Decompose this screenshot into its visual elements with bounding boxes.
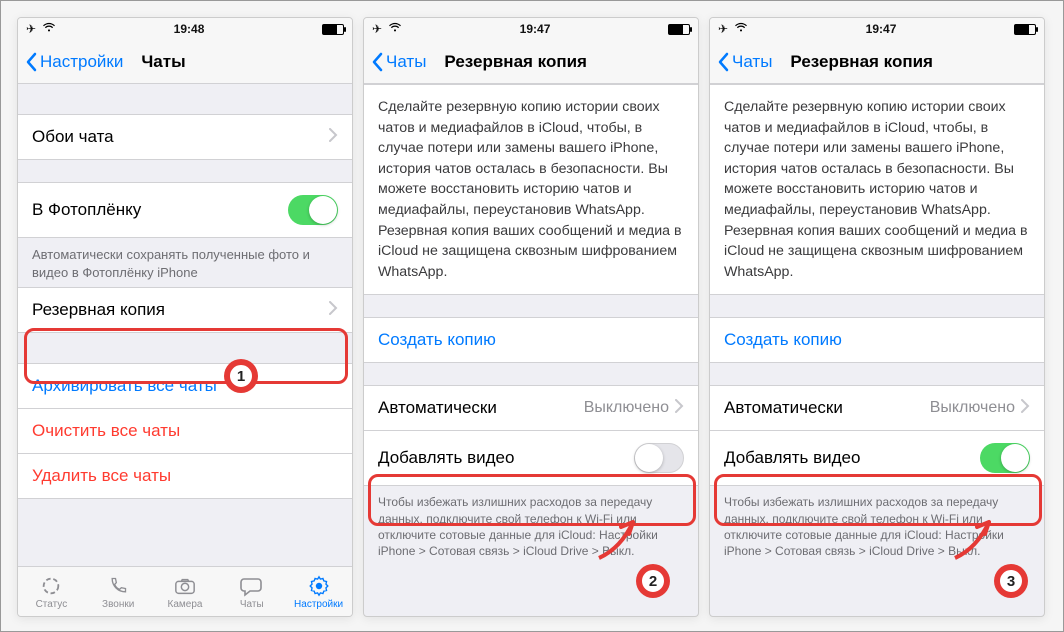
back-label: Чаты (732, 52, 772, 72)
backup-description: Сделайте резервную копию истории своих ч… (710, 84, 1044, 295)
save-to-roll-cell[interactable]: В Фотоплёнку (18, 182, 352, 238)
backup-label: Резервная копия (32, 300, 165, 320)
step-badge-3: 3 (994, 564, 1028, 598)
nav-title: Резервная копия (444, 52, 587, 72)
auto-backup-cell[interactable]: Автоматически Выключено (710, 385, 1044, 431)
wifi-icon (734, 22, 748, 36)
include-video-toggle[interactable] (980, 443, 1030, 473)
step-badge-2: 2 (636, 564, 670, 598)
status-time: 19:47 (866, 22, 897, 36)
airplane-icon: ✈︎ (372, 22, 382, 36)
screen-backup-off: ✈︎ 19:47 Чаты Резервная копия Сделайте р… (363, 17, 699, 617)
tab-label: Настройки (294, 599, 343, 610)
auto-backup-cell[interactable]: Автоматически Выключено (364, 385, 698, 431)
backup-description: Сделайте резервную копию истории своих ч… (364, 84, 698, 295)
airplane-icon: ✈︎ (26, 22, 36, 36)
status-icon (40, 574, 62, 598)
tab-label: Звонки (102, 599, 134, 610)
wifi-icon (388, 22, 402, 36)
gear-icon (308, 574, 330, 598)
tab-label: Статус (36, 599, 68, 610)
archive-chats-label: Архивировать все чаты (32, 376, 217, 396)
chevron-left-icon (24, 52, 38, 72)
battery-icon (322, 24, 344, 35)
screen-chats-settings: ✈︎ 19:48 Настройки Чаты Обои чата (17, 17, 353, 617)
wallpaper-label: Обои чата (32, 127, 114, 147)
nav-bar: Чаты Резервная копия (364, 40, 698, 84)
back-button[interactable]: Настройки (24, 52, 123, 72)
back-button[interactable]: Чаты (716, 52, 772, 72)
tab-calls[interactable]: Звонки (87, 574, 149, 610)
settings-body: Обои чата В Фотоплёнку Автоматически сох… (18, 84, 352, 566)
include-video-label: Добавлять видео (378, 448, 514, 468)
camera-icon (174, 574, 196, 598)
delete-chats-cell[interactable]: Удалить все чаты (18, 454, 352, 499)
phone-icon (108, 574, 128, 598)
status-time: 19:48 (174, 22, 205, 36)
status-time: 19:47 (520, 22, 551, 36)
include-video-cell[interactable]: Добавлять видео (364, 431, 698, 486)
step-badge-1: 1 (224, 359, 258, 393)
include-video-label: Добавлять видео (724, 448, 860, 468)
save-to-roll-toggle[interactable] (288, 195, 338, 225)
nav-title: Чаты (141, 52, 185, 72)
include-video-cell[interactable]: Добавлять видео (710, 431, 1044, 486)
auto-backup-value: Выключено (930, 399, 1015, 417)
wallpaper-cell[interactable]: Обои чата (18, 114, 352, 160)
clear-chats-cell[interactable]: Очистить все чаты (18, 409, 352, 454)
back-label: Настройки (40, 52, 123, 72)
status-bar: ✈︎ 19:47 (710, 18, 1044, 40)
chevron-left-icon (370, 52, 384, 72)
battery-icon (668, 24, 690, 35)
chevron-right-icon (329, 300, 338, 320)
tab-camera[interactable]: Камера (154, 574, 216, 610)
battery-icon (1014, 24, 1036, 35)
create-backup-label: Создать копию (724, 330, 842, 350)
status-bar: ✈︎ 19:48 (18, 18, 352, 40)
create-backup-cell[interactable]: Создать копию (364, 317, 698, 363)
create-backup-cell[interactable]: Создать копию (710, 317, 1044, 363)
chats-icon (240, 574, 264, 598)
nav-bar: Настройки Чаты (18, 40, 352, 84)
auto-backup-label: Автоматически (724, 398, 843, 418)
screen-backup-on: ✈︎ 19:47 Чаты Резервная копия Сделайте р… (709, 17, 1045, 617)
airplane-icon: ✈︎ (718, 22, 728, 36)
wifi-icon (42, 22, 56, 36)
tab-label: Чаты (240, 599, 264, 610)
clear-chats-label: Очистить все чаты (32, 421, 180, 441)
tab-label: Камера (168, 599, 203, 610)
chevron-right-icon (329, 127, 338, 147)
tab-chats[interactable]: Чаты (221, 574, 283, 610)
chevron-right-icon (675, 398, 684, 418)
chevron-left-icon (716, 52, 730, 72)
tab-bar: Статус Звонки Камера Чаты (18, 566, 352, 616)
chevron-right-icon (1021, 398, 1030, 418)
tab-status[interactable]: Статус (20, 574, 82, 610)
save-to-roll-note: Автоматически сохранять полученные фото … (18, 238, 352, 287)
back-label: Чаты (386, 52, 426, 72)
status-bar: ✈︎ 19:47 (364, 18, 698, 40)
delete-chats-label: Удалить все чаты (32, 466, 171, 486)
nav-title: Резервная копия (790, 52, 933, 72)
archive-chats-cell[interactable]: Архивировать все чаты (18, 363, 352, 409)
save-to-roll-label: В Фотоплёнку (32, 200, 141, 220)
back-button[interactable]: Чаты (370, 52, 426, 72)
include-video-toggle[interactable] (634, 443, 684, 473)
auto-backup-label: Автоматически (378, 398, 497, 418)
auto-backup-value: Выключено (584, 399, 669, 417)
create-backup-label: Создать копию (378, 330, 496, 350)
nav-bar: Чаты Резервная копия (710, 40, 1044, 84)
backup-cell[interactable]: Резервная копия (18, 287, 352, 333)
tab-settings[interactable]: Настройки (288, 574, 350, 610)
